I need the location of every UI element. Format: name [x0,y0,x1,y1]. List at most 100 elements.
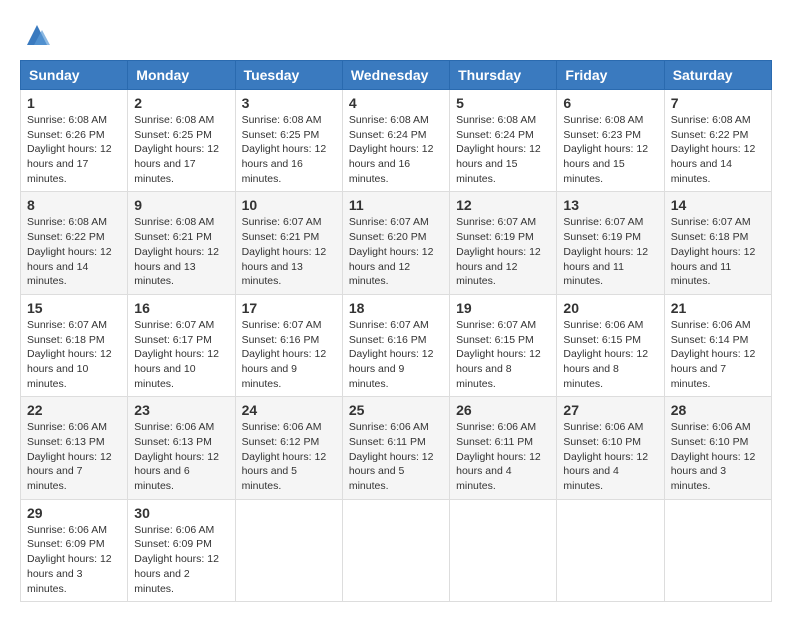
weekday-header-monday: Monday [128,61,235,90]
day-info: Sunrise: 6:06 AMSunset: 6:14 PMDaylight … [671,318,765,391]
calendar-cell: 25 Sunrise: 6:06 AMSunset: 6:11 PMDayligh… [342,397,449,499]
calendar-cell: 14Sunrise: 6:07 AMSunset: 6:18 PMDayligh… [664,192,771,294]
day-number: 5 [456,95,550,111]
day-info: Sunrise: 6:08 AMSunset: 6:25 PMDaylight … [134,113,228,186]
day-info: Sunrise: 6:07 AMSunset: 6:21 PMDaylight … [242,215,336,288]
day-info: Sunrise: 6:07 AMSunset: 6:16 PMDaylight … [349,318,443,391]
day-number: 7 [671,95,765,111]
day-number: 23 [134,402,228,418]
day-number: 17 [242,300,336,316]
calendar-cell: 24 Sunrise: 6:06 AMSunset: 6:12 PMDayligh… [235,397,342,499]
day-number: 28 [671,402,765,418]
calendar-cell: 9 Sunrise: 6:08 AMSunset: 6:21 PMDaylight… [128,192,235,294]
day-info: Sunrise: 6:06 AMSunset: 6:12 PMDaylight … [242,420,336,493]
day-number: 25 [349,402,443,418]
calendar-cell: 18 Sunrise: 6:07 AMSunset: 6:16 PMDayligh… [342,294,449,396]
day-number: 13 [563,197,657,213]
calendar-cell [235,499,342,601]
calendar-row-3: 22 Sunrise: 6:06 AMSunset: 6:13 PMDayligh… [21,397,772,499]
day-number: 20 [563,300,657,316]
calendar-row-2: 15 Sunrise: 6:07 AMSunset: 6:18 PMDayligh… [21,294,772,396]
day-info: Sunrise: 6:07 AMSunset: 6:18 PMDaylight … [27,318,121,391]
day-number: 3 [242,95,336,111]
day-number: 14 [671,197,765,213]
weekday-header-saturday: Saturday [664,61,771,90]
day-info: Sunrise: 6:07 AMSunset: 6:15 PMDaylight … [456,318,550,391]
calendar-cell: 17 Sunrise: 6:07 AMSunset: 6:16 PMDayligh… [235,294,342,396]
day-info: Sunrise: 6:08 AMSunset: 6:26 PMDaylight … [27,113,121,186]
day-number: 10 [242,197,336,213]
calendar-cell: 26 Sunrise: 6:06 AMSunset: 6:11 PMDayligh… [450,397,557,499]
day-number: 26 [456,402,550,418]
day-info: Sunrise: 6:06 AMSunset: 6:10 PMDaylight … [671,420,765,493]
day-number: 6 [563,95,657,111]
calendar-cell: 28 Sunrise: 6:06 AMSunset: 6:10 PMDayligh… [664,397,771,499]
day-info: Sunrise: 6:07 AMSunset: 6:19 PMDaylight … [563,215,657,288]
header [20,20,772,50]
day-info: Sunrise: 6:06 AMSunset: 6:13 PMDaylight … [134,420,228,493]
calendar-cell: 21 Sunrise: 6:06 AMSunset: 6:14 PMDayligh… [664,294,771,396]
weekday-header-sunday: Sunday [21,61,128,90]
day-number: 11 [349,197,443,213]
calendar-row-4: 29Sunrise: 6:06 AMSunset: 6:09 PMDayligh… [21,499,772,601]
day-number: 2 [134,95,228,111]
calendar-cell: 3 Sunrise: 6:08 AMSunset: 6:25 PMDaylight… [235,90,342,192]
weekday-header-friday: Friday [557,61,664,90]
calendar-cell: 15 Sunrise: 6:07 AMSunset: 6:18 PMDayligh… [21,294,128,396]
day-info: Sunrise: 6:06 AMSunset: 6:09 PMDaylight … [27,523,121,596]
day-number: 9 [134,197,228,213]
calendar-cell [450,499,557,601]
calendar-cell: 2 Sunrise: 6:08 AMSunset: 6:25 PMDaylight… [128,90,235,192]
calendar-cell: 29Sunrise: 6:06 AMSunset: 6:09 PMDayligh… [21,499,128,601]
calendar-cell: 19 Sunrise: 6:07 AMSunset: 6:15 PMDayligh… [450,294,557,396]
weekday-header-thursday: Thursday [450,61,557,90]
day-number: 30 [134,505,228,521]
day-number: 8 [27,197,121,213]
calendar-cell [342,499,449,601]
calendar-cell: 1 Sunrise: 6:08 AMSunset: 6:26 PMDaylight… [21,90,128,192]
calendar-cell: 12Sunrise: 6:07 AMSunset: 6:19 PMDayligh… [450,192,557,294]
day-info: Sunrise: 6:08 AMSunset: 6:24 PMDaylight … [349,113,443,186]
day-info: Sunrise: 6:06 AMSunset: 6:11 PMDaylight … [349,420,443,493]
calendar-cell: 22Sunrise: 6:06 AMSunset: 6:13 PMDayligh… [21,397,128,499]
calendar-row-0: 1 Sunrise: 6:08 AMSunset: 6:26 PMDaylight… [21,90,772,192]
day-number: 21 [671,300,765,316]
day-number: 19 [456,300,550,316]
calendar-cell: 23 Sunrise: 6:06 AMSunset: 6:13 PMDayligh… [128,397,235,499]
day-info: Sunrise: 6:07 AMSunset: 6:16 PMDaylight … [242,318,336,391]
day-number: 22 [27,402,121,418]
day-number: 4 [349,95,443,111]
calendar-cell: 10 Sunrise: 6:07 AMSunset: 6:21 PMDayligh… [235,192,342,294]
day-info: Sunrise: 6:08 AMSunset: 6:22 PMDaylight … [671,113,765,186]
day-info: Sunrise: 6:06 AMSunset: 6:09 PMDaylight … [134,523,228,596]
calendar-cell [664,499,771,601]
day-number: 24 [242,402,336,418]
logo-icon [22,20,52,50]
day-info: Sunrise: 6:08 AMSunset: 6:24 PMDaylight … [456,113,550,186]
calendar-cell: 6 Sunrise: 6:08 AMSunset: 6:23 PMDaylight… [557,90,664,192]
day-info: Sunrise: 6:06 AMSunset: 6:10 PMDaylight … [563,420,657,493]
day-info: Sunrise: 6:08 AMSunset: 6:23 PMDaylight … [563,113,657,186]
calendar-cell: 13 Sunrise: 6:07 AMSunset: 6:19 PMDayligh… [557,192,664,294]
calendar-cell: 30 Sunrise: 6:06 AMSunset: 6:09 PMDayligh… [128,499,235,601]
day-number: 1 [27,95,121,111]
day-info: Sunrise: 6:06 AMSunset: 6:11 PMDaylight … [456,420,550,493]
calendar-cell: 16Sunrise: 6:07 AMSunset: 6:17 PMDayligh… [128,294,235,396]
calendar-cell: 5 Sunrise: 6:08 AMSunset: 6:24 PMDaylight… [450,90,557,192]
weekday-header-wednesday: Wednesday [342,61,449,90]
day-number: 12 [456,197,550,213]
calendar-cell: 27Sunrise: 6:06 AMSunset: 6:10 PMDayligh… [557,397,664,499]
day-number: 16 [134,300,228,316]
day-info: Sunrise: 6:06 AMSunset: 6:15 PMDaylight … [563,318,657,391]
calendar-cell: 11Sunrise: 6:07 AMSunset: 6:20 PMDayligh… [342,192,449,294]
day-number: 15 [27,300,121,316]
calendar-cell [557,499,664,601]
calendar-cell: 4 Sunrise: 6:08 AMSunset: 6:24 PMDaylight… [342,90,449,192]
day-number: 18 [349,300,443,316]
day-info: Sunrise: 6:08 AMSunset: 6:21 PMDaylight … [134,215,228,288]
calendar-cell: 7 Sunrise: 6:08 AMSunset: 6:22 PMDaylight… [664,90,771,192]
weekday-header-tuesday: Tuesday [235,61,342,90]
day-info: Sunrise: 6:08 AMSunset: 6:25 PMDaylight … [242,113,336,186]
calendar-cell: 20 Sunrise: 6:06 AMSunset: 6:15 PMDayligh… [557,294,664,396]
calendar-table: SundayMondayTuesdayWednesdayThursdayFrid… [20,60,772,602]
